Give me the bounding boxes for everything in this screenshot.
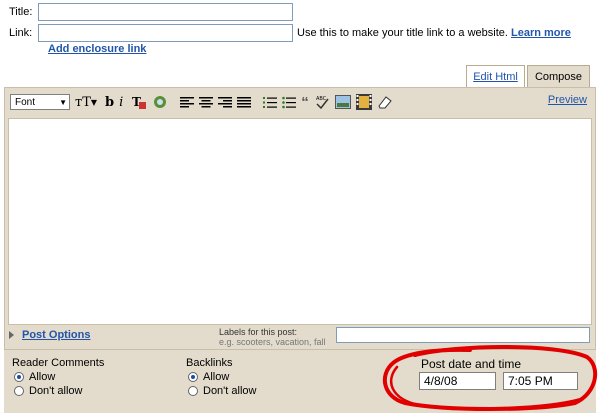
- svg-text:ABC: ABC: [316, 96, 327, 102]
- image-icon[interactable]: [334, 93, 351, 111]
- align-justify-icon[interactable]: [237, 93, 252, 111]
- title-input[interactable]: [38, 3, 293, 21]
- labels-hint: e.g. scooters, vacation, fall: [219, 337, 326, 347]
- link-input[interactable]: [38, 24, 293, 42]
- text-color-icon[interactable]: T: [131, 93, 147, 111]
- preview-link[interactable]: Preview: [548, 94, 587, 106]
- radio-selected-icon[interactable]: [14, 372, 24, 382]
- radio-unselected-icon[interactable]: [188, 386, 198, 396]
- labels-title: Labels for this post:: [219, 327, 298, 337]
- tab-compose[interactable]: Compose: [527, 65, 590, 87]
- backlinks-group: Backlinks Allow Don't allow: [186, 357, 256, 397]
- link-icon[interactable]: [152, 93, 168, 111]
- comments-disallow-label: Don't allow: [29, 385, 83, 397]
- align-right-icon[interactable]: [218, 93, 233, 111]
- bullet-list-icon[interactable]: [282, 93, 297, 111]
- backlinks-disallow-option[interactable]: Don't allow: [188, 385, 256, 397]
- post-body-editor[interactable]: [8, 118, 592, 325]
- title-label: Title:: [9, 6, 33, 18]
- spellcheck-icon[interactable]: ABC: [314, 93, 330, 111]
- backlinks-disallow-label: Don't allow: [203, 385, 257, 397]
- formatting-toolbar: Font ▼ тT ▼ b i T “ ABC: [10, 90, 590, 114]
- video-icon[interactable]: [355, 93, 372, 111]
- radio-selected-icon[interactable]: [188, 372, 198, 382]
- backlinks-title: Backlinks: [186, 357, 233, 369]
- comments-allow-option[interactable]: Allow: [14, 371, 104, 383]
- blockquote-icon[interactable]: “: [301, 93, 309, 111]
- radio-unselected-icon[interactable]: [14, 386, 24, 396]
- learn-more-link[interactable]: Learn more: [511, 27, 571, 39]
- link-hint-text: Use this to make your title link to a we…: [297, 27, 508, 39]
- chevron-right-icon: [9, 331, 14, 339]
- highlight-circle: [382, 345, 597, 411]
- eraser-icon[interactable]: [377, 93, 393, 111]
- backlinks-allow-label: Allow: [203, 371, 230, 383]
- labels-caption: Labels for this post: e.g. scooters, vac…: [219, 327, 326, 347]
- editor-frame: Font ▼ тT ▼ b i T “ ABC Preview Post Opt…: [4, 87, 596, 350]
- numbered-list-icon[interactable]: [263, 93, 278, 111]
- font-select[interactable]: Font ▼: [10, 94, 70, 110]
- italic-icon[interactable]: i: [119, 93, 123, 111]
- comments-allow-label: Allow: [29, 371, 56, 383]
- align-left-icon[interactable]: [180, 93, 195, 111]
- font-size-icon[interactable]: тT ▼: [75, 93, 97, 111]
- align-center-icon[interactable]: [199, 93, 214, 111]
- tab-edit-html[interactable]: Edit Html: [466, 65, 525, 87]
- font-select-value: Font: [15, 96, 36, 108]
- chevron-down-icon: ▼: [59, 97, 67, 107]
- post-options-link[interactable]: Post Options: [22, 329, 90, 341]
- bold-icon[interactable]: b: [105, 93, 114, 111]
- post-options-toggle[interactable]: Post Options: [9, 329, 90, 341]
- comments-disallow-option[interactable]: Don't allow: [14, 385, 104, 397]
- backlinks-allow-option[interactable]: Allow: [188, 371, 256, 383]
- link-label: Link:: [9, 27, 33, 39]
- link-hint: Use this to make your title link to a we…: [297, 27, 571, 39]
- reader-comments-group: Reader Comments Allow Don't allow: [12, 357, 104, 397]
- add-enclosure-link[interactable]: Add enclosure link: [48, 43, 146, 55]
- reader-comments-title: Reader Comments: [12, 357, 105, 369]
